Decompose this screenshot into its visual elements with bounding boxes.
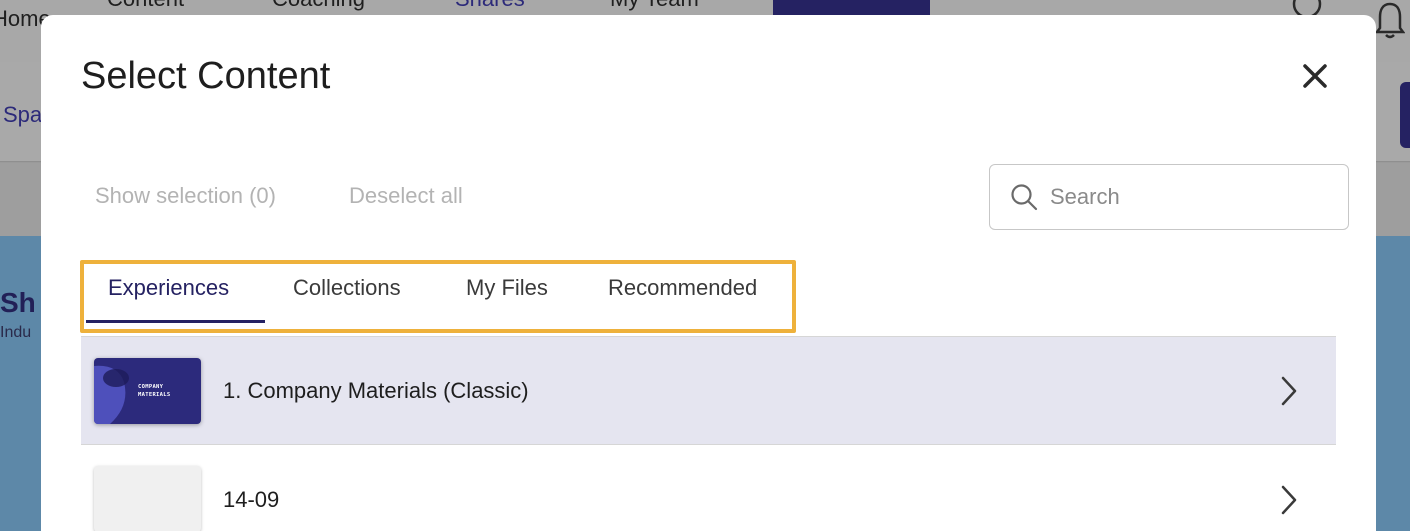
thumbnail-label: COMPANY MATERIALS xyxy=(138,384,171,398)
background-space-label: Spa xyxy=(3,102,43,127)
chevron-right-icon[interactable] xyxy=(1278,484,1300,516)
close-button[interactable] xyxy=(1295,56,1335,96)
nav-item-shares[interactable]: Shares xyxy=(455,0,525,12)
background-action-button[interactable] xyxy=(1400,82,1410,148)
nav-item-my-team[interactable]: My Team xyxy=(610,0,699,12)
tab-experiences[interactable]: Experiences xyxy=(108,275,229,301)
deselect-all-button[interactable]: Deselect all xyxy=(349,183,463,209)
list-item[interactable]: 14-09 xyxy=(81,446,1336,531)
search-icon xyxy=(1011,184,1038,211)
close-icon xyxy=(1303,64,1327,88)
create-button[interactable] xyxy=(773,0,930,16)
nav-item-content[interactable]: Content xyxy=(107,0,184,12)
modal-title: Select Content xyxy=(81,55,331,97)
list-item-title: 1. Company Materials (Classic) xyxy=(223,377,529,403)
tab-collections[interactable]: Collections xyxy=(293,275,401,301)
chevron-right-icon[interactable] xyxy=(1278,375,1300,407)
bell-icon[interactable] xyxy=(1375,2,1405,40)
tab-recommended[interactable]: Recommended xyxy=(608,275,757,301)
nav-item-coaching[interactable]: Coaching xyxy=(272,0,365,12)
active-tab-indicator xyxy=(86,320,265,323)
background-banner-title: Sh xyxy=(0,287,36,318)
tab-my-files[interactable]: My Files xyxy=(466,275,548,301)
background-banner-subtitle: Indu xyxy=(0,324,32,341)
show-selection-button[interactable]: Show selection (0) xyxy=(95,183,276,209)
list-item[interactable]: COMPANY MATERIALS 1. Company Materials (C… xyxy=(81,337,1336,445)
list-item-title: 14-09 xyxy=(223,487,280,512)
content-thumbnail: COMPANY MATERIALS xyxy=(94,358,201,424)
search-input[interactable] xyxy=(1050,184,1330,210)
search-field[interactable] xyxy=(989,164,1349,230)
select-content-modal: Select Content Show selection (0) Desele… xyxy=(41,15,1376,531)
content-thumbnail xyxy=(94,466,201,531)
